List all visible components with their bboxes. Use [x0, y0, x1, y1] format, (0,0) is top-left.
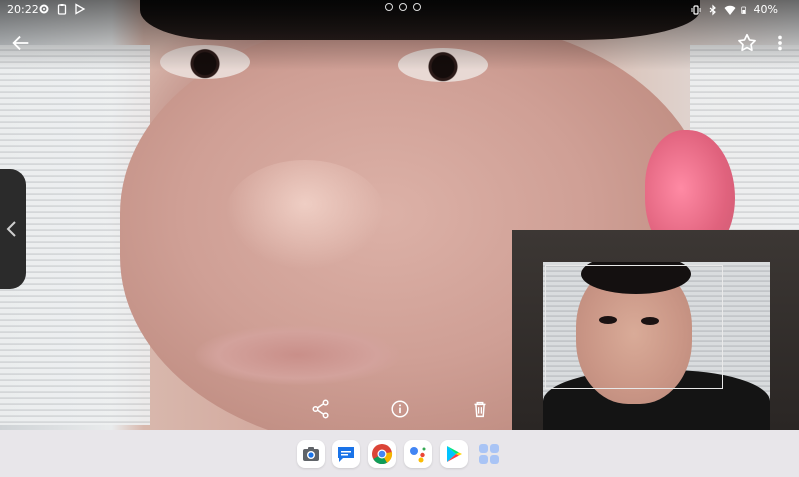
trash-icon[interactable]	[469, 398, 491, 420]
info-icon[interactable]	[389, 398, 411, 420]
battery-percent: 40%	[753, 3, 778, 16]
share-icon[interactable]	[310, 398, 332, 420]
vibrate-icon	[691, 4, 701, 15]
wifi-icon	[724, 5, 736, 15]
messages-app-icon[interactable]	[332, 440, 360, 468]
chevron-left-icon	[6, 221, 16, 237]
status-right-icons: 40%	[690, 3, 778, 16]
clipboard-icon	[57, 4, 67, 15]
more-vertical-icon[interactable]	[772, 32, 788, 54]
page-dots	[385, 3, 421, 11]
assistant-app-icon[interactable]	[404, 440, 432, 468]
bluetooth-icon	[709, 4, 716, 15]
status-notification-icons	[38, 3, 86, 15]
camera-app-icon[interactable]	[297, 440, 325, 468]
settings-icon	[39, 4, 49, 14]
back-arrow-icon[interactable]	[10, 32, 32, 54]
battery-icon	[740, 6, 746, 14]
side-panel-handle[interactable]	[0, 169, 26, 289]
app-drawer-icon[interactable]	[477, 442, 501, 466]
play-store-notification-icon	[75, 3, 86, 15]
chrome-app-icon[interactable]	[368, 440, 396, 468]
status-time: 20:22	[7, 3, 39, 16]
photo-actions	[0, 390, 799, 430]
lips	[195, 325, 400, 385]
status-bar: 20:22 40%	[0, 0, 799, 20]
pip-capture-frame	[545, 265, 723, 389]
play-store-app-icon[interactable]	[440, 440, 468, 468]
star-outline-icon[interactable]	[736, 32, 758, 54]
nose	[225, 160, 385, 270]
taskbar-dock	[0, 430, 799, 477]
